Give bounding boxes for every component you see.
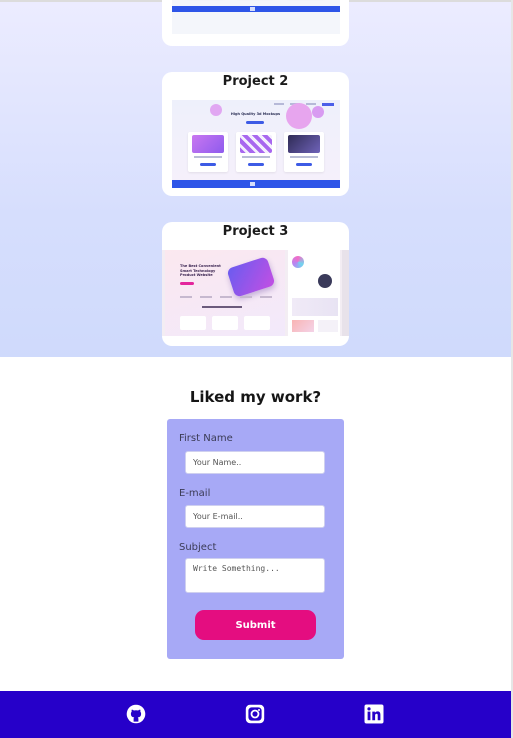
mini-product-card [187,132,228,172]
project-card-1[interactable] [162,0,349,46]
contact-section: Liked my work? First Name E-mail Subject… [0,357,511,691]
projects-section: Project 2 High Quality 3d Mockups Projec… [0,0,511,359]
mini-footer [171,6,340,12]
instagram-icon [245,704,265,724]
first-name-input[interactable] [185,451,325,474]
mini-section [292,298,338,316]
mini-section [292,320,314,332]
first-name-label: First Name [179,433,233,444]
github-link[interactable] [126,704,146,724]
mini-footer [171,180,340,188]
subject-textarea[interactable] [185,558,325,593]
decor-bubble [318,274,332,288]
footer [0,691,511,738]
linkedin-icon [364,704,384,724]
decor-bubble [285,103,312,129]
project-title: Project 2 [222,74,289,89]
mini-nav [178,103,334,106]
mini-heading [202,306,242,308]
mini-feature-card [244,316,270,330]
mini-feature-card [212,316,238,330]
decor-bubble [292,256,304,268]
mini-brand-row [180,296,272,299]
github-icon [126,704,146,724]
project-2-screenshot: High Quality 3d Mockups [171,100,340,188]
project-1-screenshot [171,0,340,34]
email-input[interactable] [185,505,325,528]
project-card-2[interactable]: Project 2 High Quality 3d Mockups [162,72,349,196]
page: Project 2 High Quality 3d Mockups Projec… [0,0,513,738]
mini-page-edge [342,250,349,336]
contact-title: Liked my work? [189,388,322,406]
contact-form: First Name E-mail Subject Submit [167,419,344,659]
mini-product-card [283,132,324,172]
mini-section [318,320,338,332]
mini-hero-button [245,121,264,124]
instagram-link[interactable] [245,704,265,724]
subject-label: Subject [179,542,217,553]
project-3-screenshot: The Best Convenient Smart Technology Pro… [162,250,349,336]
submit-button[interactable]: Submit [195,610,316,640]
linkedin-link[interactable] [364,704,384,724]
project-card-3[interactable]: Project 3 The Best Convenient Smart Tech… [162,222,349,346]
mini-feature-card [180,316,206,330]
project-title: Project 3 [222,224,289,239]
mini-hero-text: The Best Convenient Smart Technology Pro… [180,264,221,277]
mini-product-card [235,132,276,172]
mini-hero-button [180,282,194,285]
email-label: E-mail [179,488,211,499]
mini-hero-text: High Quality 3d Mockups [230,112,281,116]
